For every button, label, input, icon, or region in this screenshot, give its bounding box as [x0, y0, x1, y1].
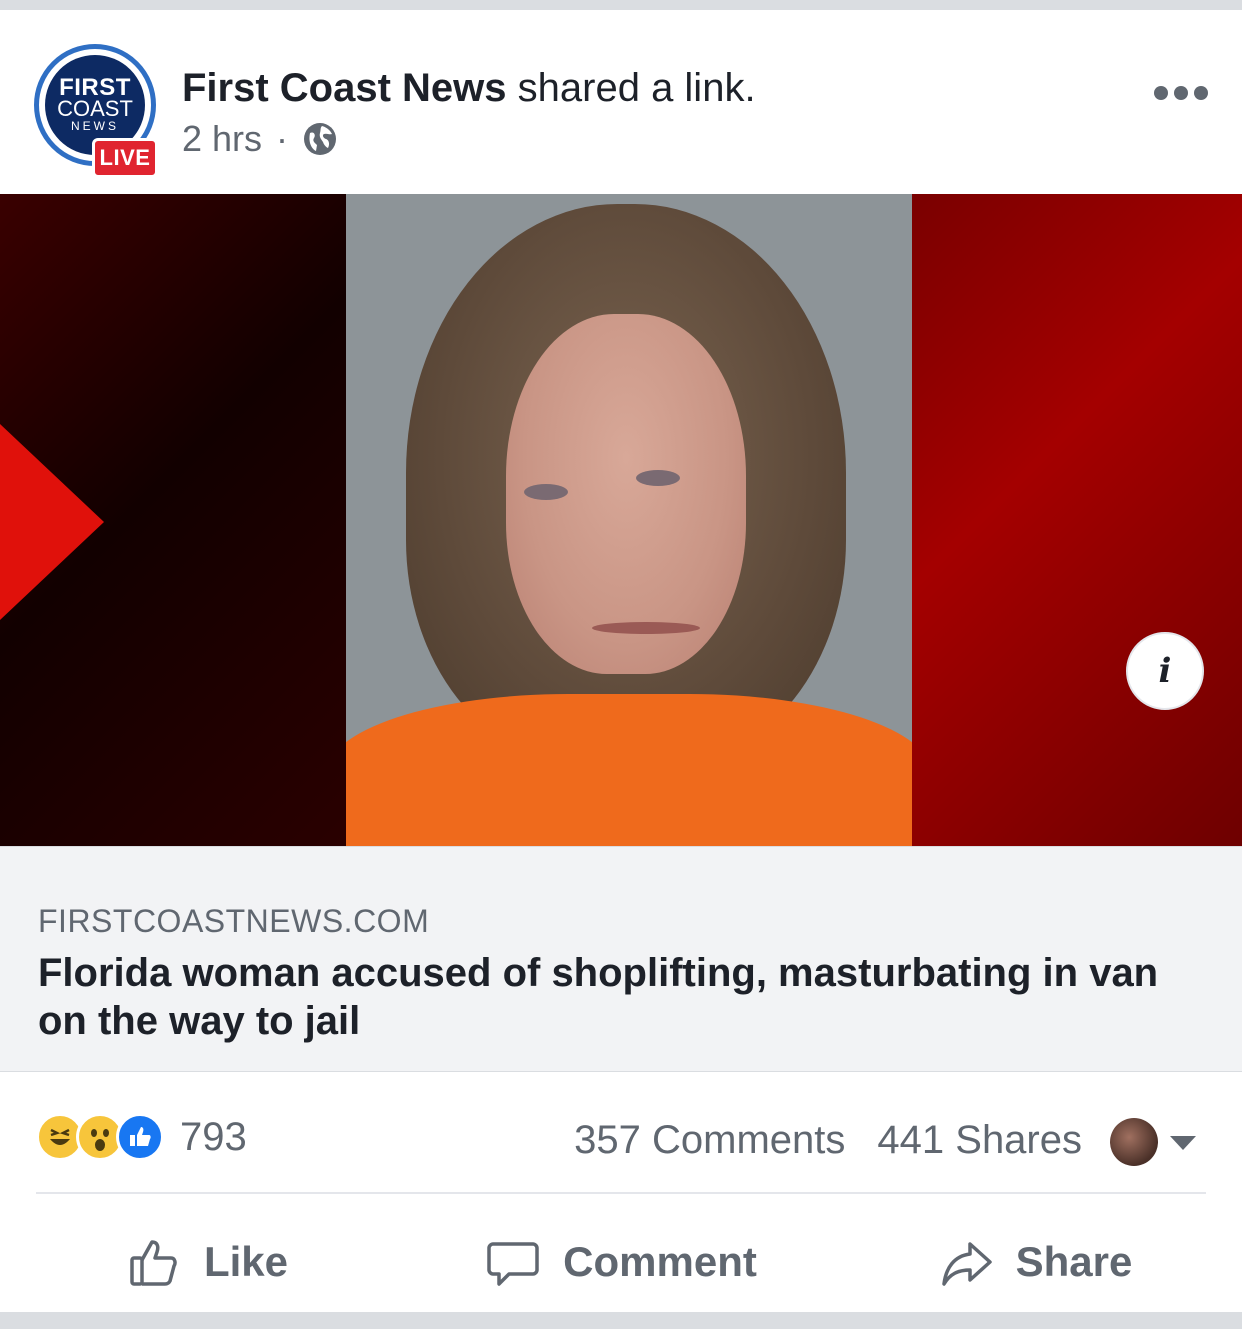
- comment-share-counts: 357 Comments 441 Shares: [574, 1118, 1082, 1163]
- chevron-down-icon[interactable]: [1170, 1136, 1196, 1150]
- photo-eye-left: [524, 484, 568, 500]
- share-arrow-icon: [941, 1242, 992, 1286]
- post-action-text: shared a link.: [506, 66, 756, 110]
- share-button[interactable]: Share: [828, 1202, 1242, 1322]
- post-actions: Like Comment Share: [0, 1202, 1242, 1322]
- photo-eye-right: [636, 470, 680, 486]
- divider: [36, 1192, 1206, 1194]
- shares-count-link[interactable]: 441 Shares: [877, 1118, 1082, 1163]
- thumbs-up-icon: [130, 1240, 177, 1286]
- dot: [1194, 86, 1208, 100]
- link-title[interactable]: Florida woman accused of shoplifting, ma…: [38, 949, 1188, 1045]
- comments-count-link[interactable]: 357 Comments: [574, 1118, 845, 1163]
- avatar-logo-coast: COAST: [57, 96, 133, 121]
- more-options-icon[interactable]: [1154, 80, 1210, 106]
- comment-label: Comment: [563, 1238, 757, 1285]
- meta-separator: ·: [276, 118, 289, 159]
- image-background-right: [912, 194, 1242, 846]
- globe-icon[interactable]: [302, 121, 338, 157]
- page-name-link[interactable]: First Coast News: [182, 66, 507, 110]
- image-red-arrow: [0, 424, 104, 620]
- mugshot-photo: [346, 194, 912, 846]
- share-label: Share: [1015, 1238, 1133, 1285]
- post-timestamp[interactable]: 2 hrs: [182, 118, 262, 160]
- dot: [1174, 86, 1188, 100]
- link-domain: FIRSTCOASTNEWS.COM: [38, 903, 430, 939]
- reaction-count: 793: [180, 1114, 247, 1159]
- comment-button[interactable]: Comment: [414, 1202, 828, 1322]
- reactions-summary[interactable]: 793: [36, 1112, 247, 1162]
- post-card: FIRST COAST NEWS LIVE First Coast News s…: [0, 10, 1242, 1312]
- like-reaction-icon: [116, 1113, 164, 1161]
- link-preview[interactable]: FIRSTCOASTNEWS.COM Florida woman accused…: [0, 846, 1242, 1072]
- live-badge: LIVE: [92, 138, 158, 178]
- like-button[interactable]: Like: [0, 1202, 414, 1322]
- photo-mouth: [592, 622, 700, 634]
- photo-shirt: [346, 694, 912, 846]
- dot: [1154, 86, 1168, 100]
- viewer-avatar[interactable]: [1110, 1118, 1158, 1166]
- comment-bubble-icon: [487, 1242, 539, 1286]
- post-header-title: First Coast News shared a link.: [182, 64, 756, 112]
- post-meta: 2 hrs ·: [182, 118, 338, 160]
- link-preview-image[interactable]: [0, 194, 1242, 846]
- page-avatar[interactable]: FIRST COAST NEWS LIVE: [34, 44, 162, 180]
- like-label: Like: [203, 1238, 289, 1285]
- avatar-logo-news: NEWS: [71, 119, 119, 133]
- info-icon[interactable]: i: [1126, 632, 1204, 710]
- engagement-counts: 793 357 Comments 441 Shares: [0, 1080, 1242, 1192]
